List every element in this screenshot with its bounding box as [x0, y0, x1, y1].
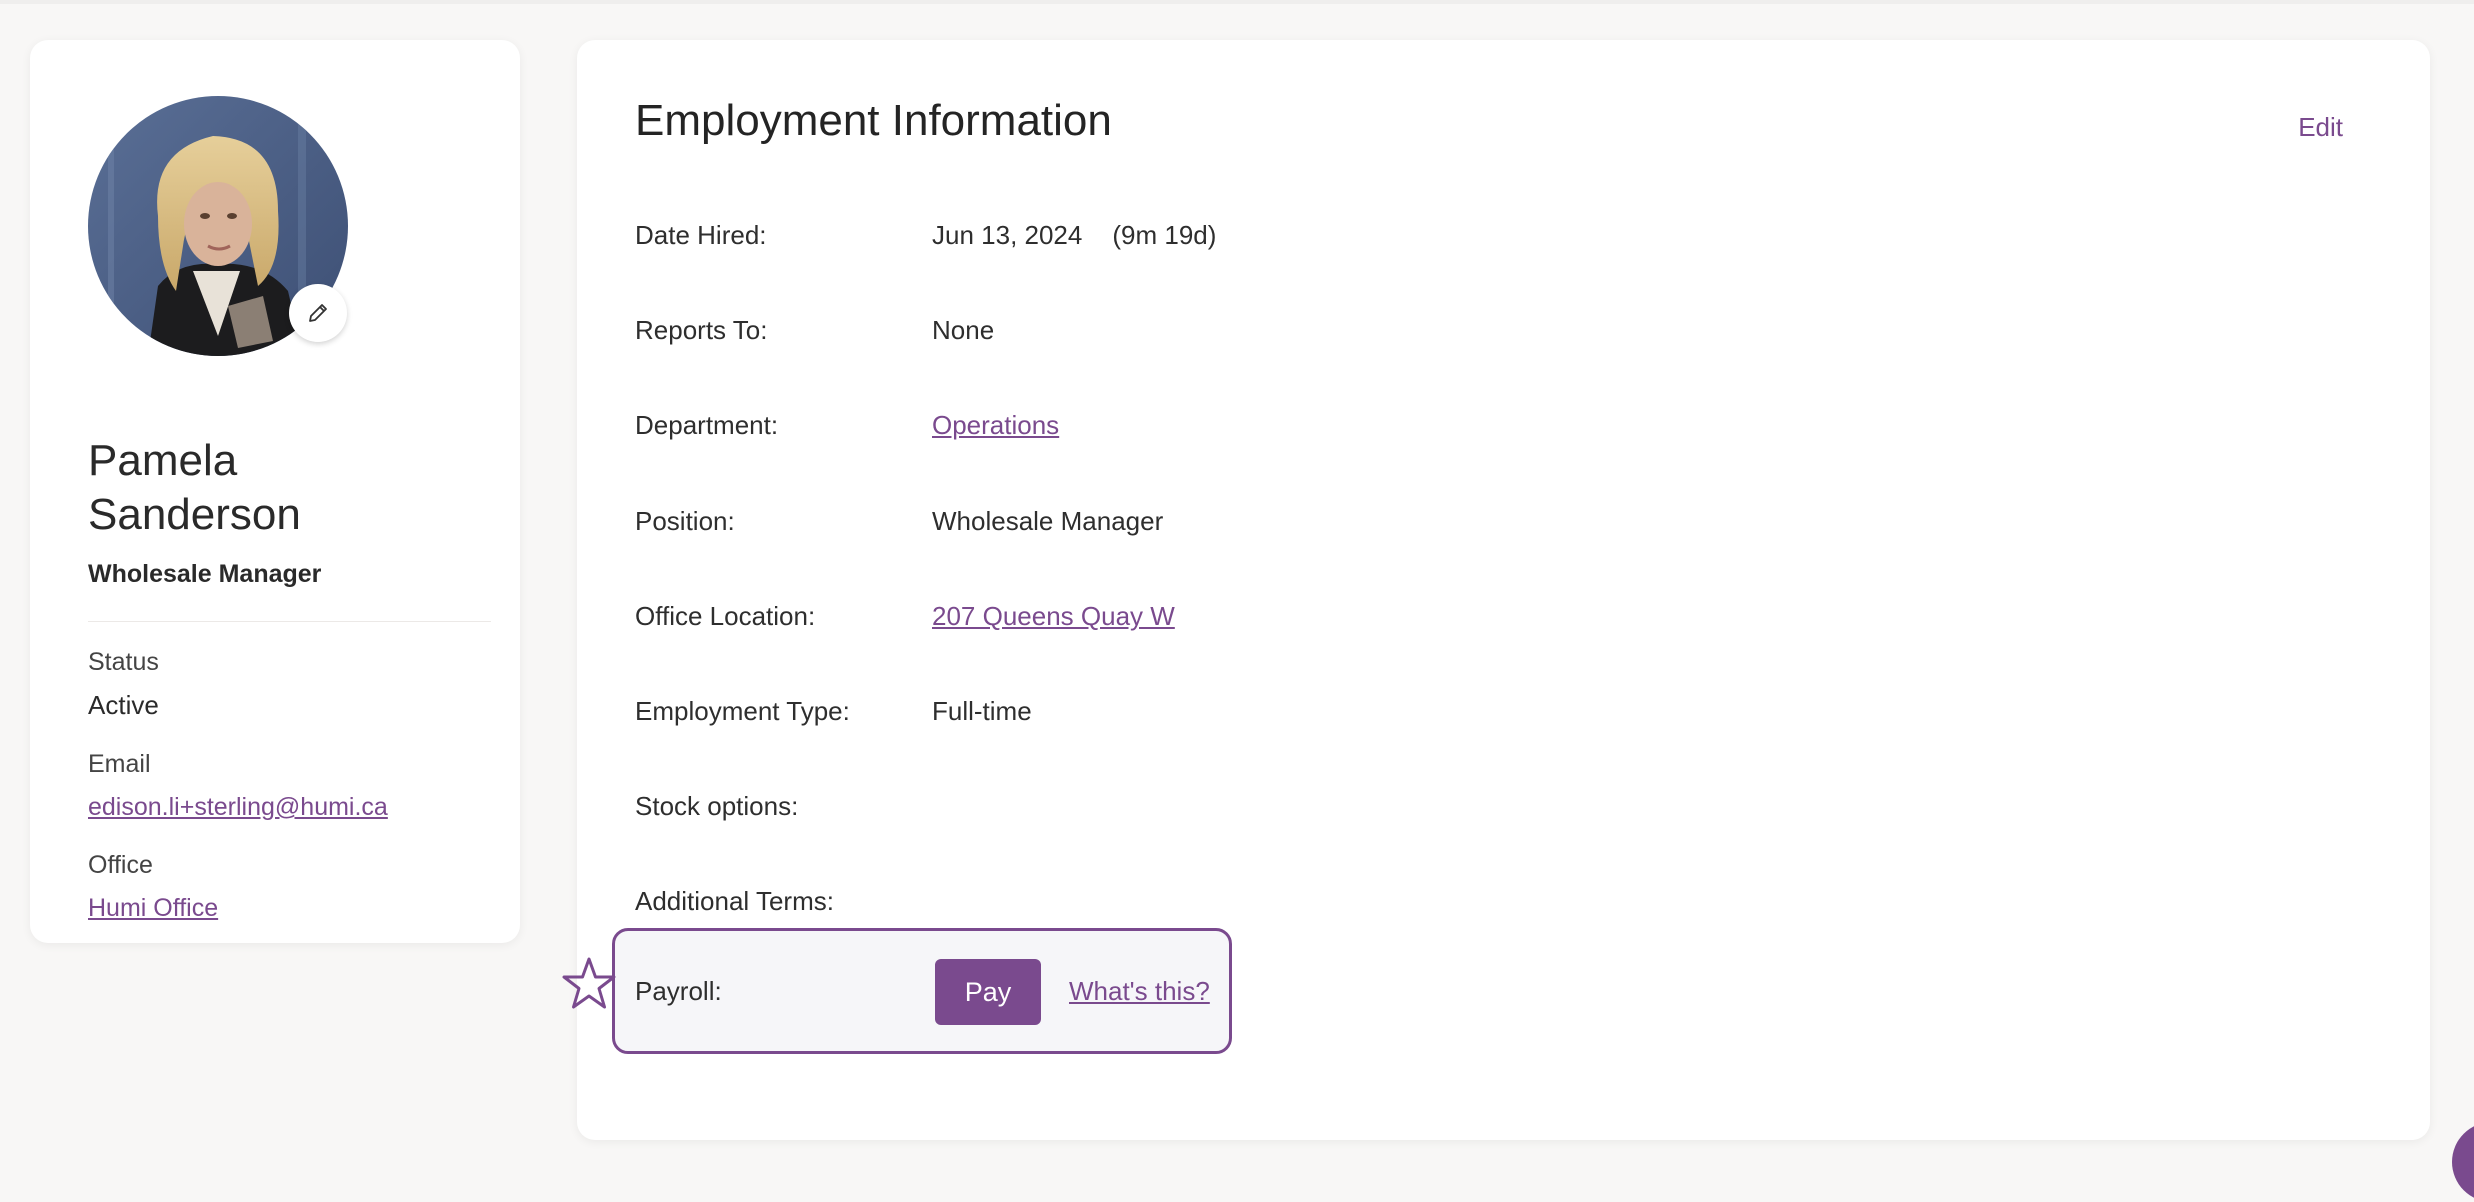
row-office-location: Office Location: 207 Queens Quay W: [635, 596, 2335, 636]
position-label: Position:: [635, 506, 735, 536]
department-link[interactable]: Operations: [932, 405, 1059, 445]
office-location-label: Office Location:: [635, 601, 816, 631]
office-label: Office: [88, 851, 153, 879]
divider: [88, 621, 491, 622]
row-position: Position: Wholesale Manager: [635, 501, 2335, 541]
top-border: [0, 0, 2474, 4]
row-date-hired: Date Hired: Jun 13, 2024 (9m 19d): [635, 215, 2335, 255]
status-label: Status: [88, 648, 159, 676]
whats-this-link[interactable]: What's this?: [1069, 971, 1210, 1011]
row-stock-options: Stock options:: [635, 786, 2335, 826]
row-additional-terms: Additional Terms:: [635, 881, 2335, 921]
row-department: Department: Operations: [635, 405, 2335, 445]
row-reports-to: Reports To: None: [635, 310, 2335, 350]
help-fab[interactable]: [2452, 1122, 2474, 1202]
edit-button[interactable]: Edit: [2298, 112, 2343, 143]
office-link[interactable]: Humi Office: [88, 894, 218, 923]
employment-card: Employment Information Edit Date Hired: …: [577, 40, 2430, 1140]
tenure-duration: (9m 19d): [1112, 220, 1217, 250]
email-link[interactable]: edison.li+sterling@humi.ca: [88, 793, 388, 822]
edit-photo-button[interactable]: [289, 284, 347, 342]
star-icon: [562, 957, 616, 1009]
date-hired-date: Jun 13, 2024: [932, 220, 1083, 250]
employee-title: Wholesale Manager: [88, 560, 322, 588]
stock-options-label: Stock options:: [635, 791, 799, 821]
reports-to-label: Reports To:: [635, 315, 768, 345]
row-employment-type: Employment Type: Full-time: [635, 691, 2335, 731]
date-hired-value: Jun 13, 2024 (9m 19d): [932, 215, 1216, 255]
department-label: Department:: [635, 410, 779, 440]
email-label: Email: [88, 750, 151, 778]
status-value: Active: [88, 690, 159, 720]
reports-to-value: None: [932, 315, 995, 345]
date-hired-label: Date Hired:: [635, 220, 767, 250]
employee-first-name: Pamela: [88, 436, 238, 485]
pencil-icon: [309, 304, 327, 322]
section-title: Employment Information: [635, 96, 1112, 145]
employee-last-name: Sanderson: [88, 490, 301, 539]
profile-card: Pamela Sanderson Wholesale Manager Statu…: [30, 40, 520, 943]
payroll-label: Payroll:: [635, 976, 722, 1006]
position-value: Wholesale Manager: [932, 506, 1164, 536]
employment-type-label: Employment Type:: [635, 696, 850, 726]
additional-terms-label: Additional Terms:: [635, 886, 834, 916]
payroll-highlight: Payroll: Pay What's this?: [612, 928, 1232, 1054]
pay-button[interactable]: Pay: [935, 959, 1041, 1025]
avatar-container: [88, 96, 348, 356]
employment-type-value: Full-time: [932, 696, 1032, 726]
employee-name: Pamela Sanderson: [88, 434, 488, 542]
office-location-link[interactable]: 207 Queens Quay W: [932, 596, 1175, 636]
